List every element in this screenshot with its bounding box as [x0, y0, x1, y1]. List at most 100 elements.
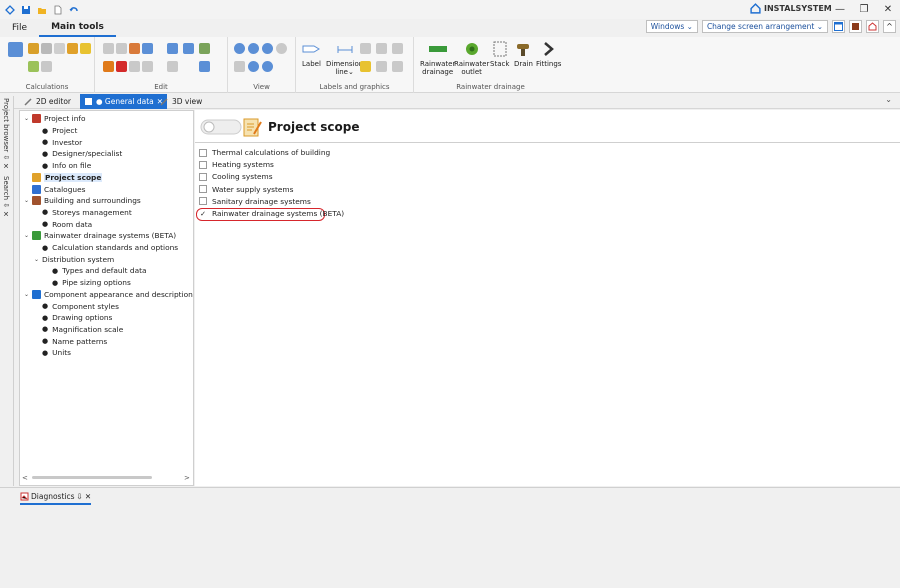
home-icon[interactable]: [866, 20, 879, 33]
tree-item[interactable]: ⌄ Building and surroundings: [24, 195, 141, 207]
tree-item[interactable]: ● Designer/specialist: [34, 148, 122, 160]
zoom-out-icon[interactable]: [248, 43, 259, 54]
paste-icon[interactable]: [129, 43, 140, 54]
app-icon[interactable]: [5, 4, 15, 15]
text-style-icon[interactable]: [360, 43, 371, 54]
tree-item[interactable]: ⌄ Distribution system: [34, 253, 114, 265]
note-icon[interactable]: [360, 61, 371, 72]
tree-item[interactable]: ⌄ Component appearance and descriptions c…: [24, 289, 193, 301]
tab-general-data[interactable]: ● General data ✕: [80, 94, 168, 109]
scope-checkbox-row[interactable]: ✓ Rainwater drainage systems (BETA): [199, 209, 344, 218]
checkbox[interactable]: [199, 160, 207, 169]
calc-grid-icon[interactable]: [41, 43, 52, 54]
redo-icon[interactable]: [142, 43, 153, 54]
new-file-icon[interactable]: [53, 5, 63, 15]
scope-checkbox-row[interactable]: Heating systems: [199, 160, 274, 169]
windows-dropdown[interactable]: Windows ⌄: [645, 20, 698, 33]
diagnostics-tab[interactable]: Diagnostics ⇩ ✕: [20, 490, 92, 505]
tree-item[interactable]: ● Investor: [34, 136, 82, 148]
select-icon[interactable]: [129, 61, 140, 72]
scroll-left-icon[interactable]: <: [22, 474, 28, 482]
calculation-table-icon[interactable]: [8, 42, 23, 57]
tab-3d-view[interactable]: 3D view: [156, 94, 206, 109]
frame-icon[interactable]: [392, 61, 403, 72]
tree-item[interactable]: ● Project: [34, 125, 77, 137]
mirror-icon[interactable]: [167, 61, 178, 72]
checkbox[interactable]: [199, 148, 207, 157]
legend-icon[interactable]: [376, 61, 387, 72]
back-navigation-icon[interactable]: [200, 117, 242, 137]
align-icon[interactable]: [183, 43, 194, 54]
fittings-button[interactable]: Fittings: [536, 40, 561, 68]
layout-icon[interactable]: [832, 20, 845, 33]
rotate-icon[interactable]: [199, 43, 210, 54]
diagnostics-close[interactable]: ✕: [85, 492, 91, 501]
catalog-icon[interactable]: [849, 20, 862, 33]
tree-item[interactable]: ● Units: [34, 347, 71, 359]
delete-icon[interactable]: [116, 61, 127, 72]
tree-item[interactable]: Catalogues: [24, 183, 85, 195]
drain-button[interactable]: Drain: [514, 40, 533, 68]
zoom-all-icon[interactable]: [248, 61, 259, 72]
scroll-right-icon[interactable]: >: [184, 474, 190, 482]
tree-item[interactable]: ● Drawing options: [34, 312, 112, 324]
screen-arrangement-dropdown[interactable]: Change screen arrangement ⌄: [701, 20, 828, 33]
open-folder-icon[interactable]: [37, 5, 47, 15]
calc-gear-icon[interactable]: [54, 43, 65, 54]
tree-item[interactable]: ⌄ Rainwater drainage systems (BETA): [24, 230, 176, 242]
checkbox[interactable]: [199, 185, 207, 194]
label-button[interactable]: Label: [302, 40, 321, 68]
calc-option-icon[interactable]: [41, 61, 52, 72]
tree-item[interactable]: ● Calculation standards and options: [34, 242, 178, 254]
expand-chevron-icon[interactable]: ⌄: [34, 256, 42, 263]
checkbox-checked[interactable]: ✓: [199, 210, 207, 218]
move-icon[interactable]: [167, 43, 178, 54]
expand-chevron-icon[interactable]: ⌄: [24, 115, 32, 122]
checkbox[interactable]: [199, 172, 207, 181]
tree-item[interactable]: ● Info on file: [34, 160, 91, 172]
tabs-overflow-chevron[interactable]: ⌄: [885, 95, 892, 104]
rainwater-outlet-button[interactable]: Rainwater outlet: [454, 40, 489, 76]
scope-checkbox-row[interactable]: Water supply systems: [199, 185, 293, 194]
pan-icon[interactable]: [234, 61, 245, 72]
duplicate-icon[interactable]: [116, 43, 127, 54]
tree-item[interactable]: ● Name patterns: [34, 335, 107, 347]
checkbox[interactable]: [199, 197, 207, 206]
minimize-button[interactable]: —: [828, 0, 852, 19]
scope-checkbox-row[interactable]: Cooling systems: [199, 172, 273, 181]
tree-item[interactable]: ● Room data: [34, 218, 92, 230]
zoom-in-icon[interactable]: [234, 43, 245, 54]
scroll-thumb[interactable]: [32, 476, 152, 479]
tree-item[interactable]: Project scope: [24, 172, 103, 184]
filter-icon[interactable]: [142, 61, 153, 72]
calc-pipe-icon[interactable]: [28, 61, 39, 72]
scope-checkbox-row[interactable]: Thermal calculations of building: [199, 148, 330, 157]
scope-checkbox-row[interactable]: Sanitary drainage systems: [199, 197, 311, 206]
project-browser-tab[interactable]: Project browser ⇩ ✕: [2, 98, 10, 171]
image-icon[interactable]: [392, 43, 403, 54]
dimension-line-button[interactable]: Dimension line⌄: [326, 40, 363, 76]
zoom-more-icon[interactable]: [276, 43, 287, 54]
menu-file[interactable]: File: [0, 19, 39, 37]
zoom-window-icon[interactable]: [262, 43, 273, 54]
tree-item[interactable]: ● Pipe sizing options: [44, 277, 131, 289]
tree-item[interactable]: ● Component styles: [34, 300, 119, 312]
tree-item[interactable]: ● Magnification scale: [34, 324, 123, 336]
calc-results-icon[interactable]: [80, 43, 91, 54]
diagnostics-pin[interactable]: ⇩: [77, 492, 83, 501]
cut-icon[interactable]: [103, 61, 114, 72]
table-icon[interactable]: [376, 43, 387, 54]
copy-icon[interactable]: [103, 43, 114, 54]
save-icon[interactable]: [21, 5, 31, 15]
tree-item[interactable]: ● Types and default data: [44, 265, 147, 277]
undo-icon[interactable]: [69, 5, 79, 15]
collapse-ribbon-button[interactable]: ^: [883, 20, 896, 33]
search-tab[interactable]: Search ⇩ ✕: [2, 176, 10, 218]
expand-chevron-icon[interactable]: ⌄: [24, 291, 32, 298]
text-edit-icon[interactable]: [199, 61, 210, 72]
menu-main-tools[interactable]: Main tools: [39, 19, 116, 37]
calc-building-icon[interactable]: [28, 43, 39, 54]
calc-warning-icon[interactable]: [67, 43, 78, 54]
tree-item[interactable]: ⌄ Project info: [24, 113, 86, 125]
close-window-button[interactable]: ✕: [876, 0, 900, 19]
